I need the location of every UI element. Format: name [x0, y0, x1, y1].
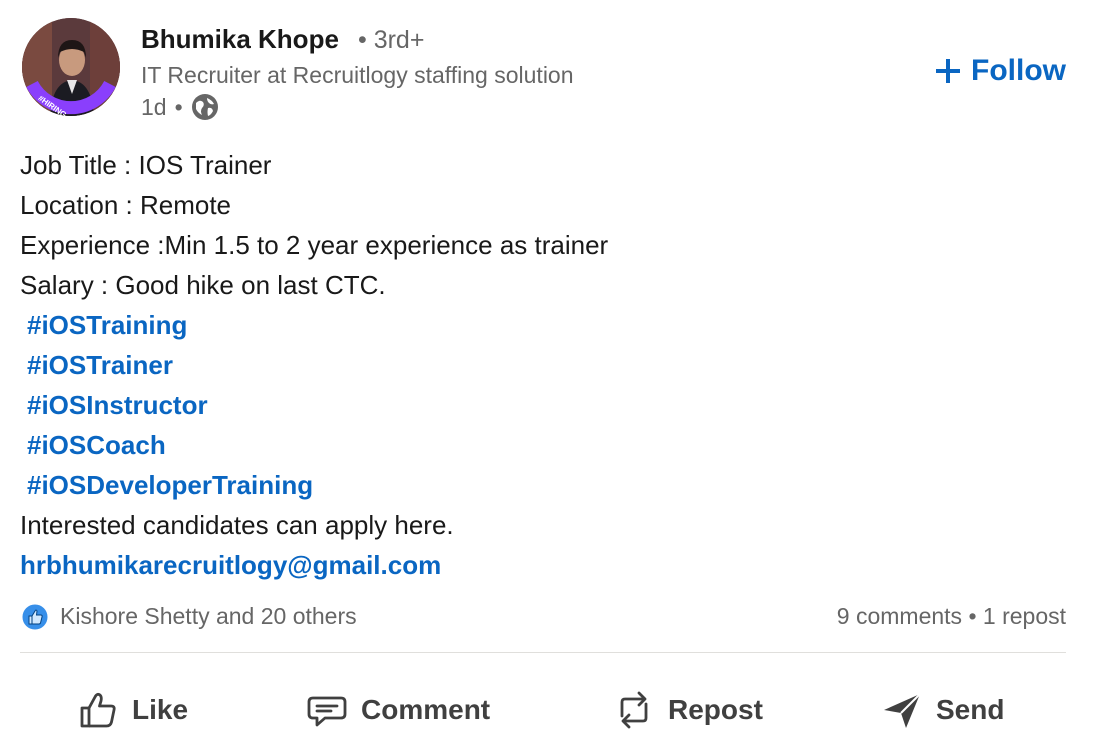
comment-button[interactable]: Comment	[305, 680, 490, 740]
send-button[interactable]: Send	[880, 680, 1004, 740]
send-icon	[884, 693, 921, 728]
engagement-counts: 9 comments • 1 repost	[837, 603, 1066, 630]
hashtag-link[interactable]: #iOSInstructor	[20, 390, 208, 420]
meta-separator: •	[174, 93, 183, 120]
hashtag-link[interactable]: #iOSCoach	[20, 430, 166, 460]
post-meta: 1d •	[141, 93, 219, 121]
send-label: Send	[936, 694, 1005, 725]
reactors-link[interactable]: Kishore Shetty and 20 others	[60, 603, 357, 630]
follow-button[interactable]: Follow	[935, 54, 1066, 88]
hashtag-link[interactable]: #iOSTraining	[20, 310, 187, 340]
repost-label: Repost	[668, 694, 763, 725]
follow-label: Follow	[971, 54, 1066, 87]
author-name[interactable]: Bhumika Khope	[141, 24, 339, 55]
connection-degree: • 3rd+	[358, 26, 425, 54]
counts-separator: •	[968, 603, 977, 629]
post-time: 1d	[141, 93, 167, 120]
globe-icon	[191, 94, 218, 120]
job-title-line: Job Title : IOS Trainer	[20, 150, 272, 180]
hashtag-link[interactable]: #iOSDeveloperTraining	[20, 470, 313, 500]
salary-line: Salary : Good hike on last CTC.	[20, 270, 386, 300]
reposts-count[interactable]: 1 repost	[983, 603, 1066, 629]
post-body: Job Title : IOS Trainer Location : Remot…	[20, 145, 1080, 585]
cta-line: Interested candidates can apply here.	[20, 510, 454, 540]
email-link[interactable]: hrbhumikarecruitlogy@gmail.com	[20, 550, 441, 580]
comment-label: Comment	[361, 694, 491, 725]
repost-icon	[620, 691, 648, 729]
plus-icon	[936, 59, 961, 83]
repost-button[interactable]: Repost	[612, 680, 763, 740]
comment-icon	[307, 696, 347, 727]
like-button[interactable]: Like	[76, 680, 188, 740]
author-avatar[interactable]: #HIRING	[22, 18, 120, 116]
experience-line: Experience :Min 1.5 to 2 year experience…	[20, 230, 609, 260]
social-counts: Kishore Shetty and 20 others 9 comments …	[20, 600, 1066, 636]
hashtag-link[interactable]: #iOSTrainer	[20, 350, 173, 380]
like-reaction-icon	[21, 603, 49, 631]
action-bar: Like Comment Repost Send	[0, 680, 1100, 740]
like-label: Like	[132, 694, 189, 725]
thumbs-up-icon	[80, 692, 116, 728]
feed-post: #HIRING Bhumika Khope • 3rd+ IT Recruite…	[0, 0, 1100, 750]
comments-count[interactable]: 9 comments	[837, 603, 962, 629]
hiring-ring: #HIRING	[26, 80, 116, 116]
divider	[20, 652, 1066, 653]
author-headline: IT Recruiter at Recruitlogy staffing sol…	[141, 62, 574, 88]
location-line: Location : Remote	[20, 190, 232, 220]
